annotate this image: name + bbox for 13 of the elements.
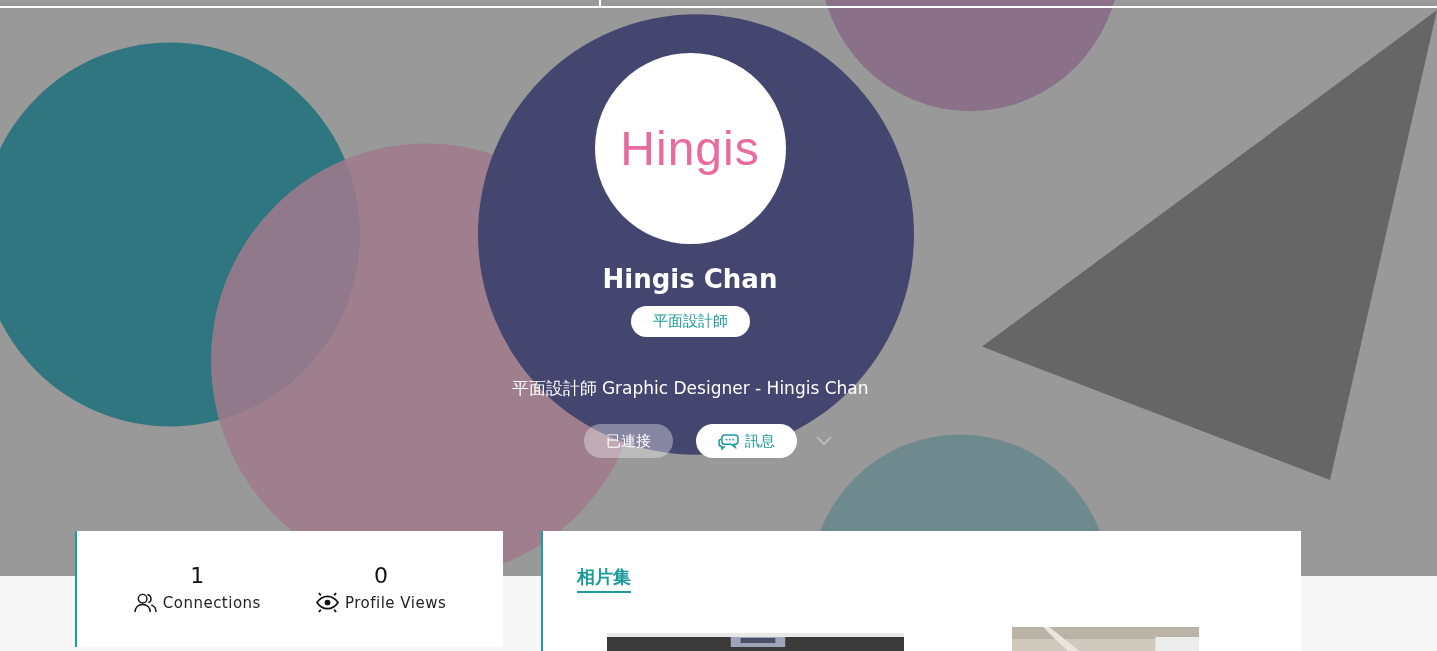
message-button[interactable]: 訊息 — [696, 424, 797, 458]
eye-icon — [315, 592, 339, 613]
caret-icon[interactable] — [816, 436, 832, 446]
job-tag: 平面設計師 — [630, 306, 750, 337]
stat-label: Connections — [162, 593, 261, 612]
gallery-title[interactable]: 相片集 — [577, 565, 631, 593]
people-icon — [133, 592, 157, 613]
stat-value: 1 — [190, 563, 205, 588]
chat-bubbles-icon — [718, 432, 739, 450]
connected-button[interactable]: 已連接 — [584, 424, 673, 458]
profile-name: Hingis Chan — [602, 264, 778, 294]
stat-value: 0 — [374, 563, 389, 588]
stat-label: Profile Views — [344, 593, 447, 612]
